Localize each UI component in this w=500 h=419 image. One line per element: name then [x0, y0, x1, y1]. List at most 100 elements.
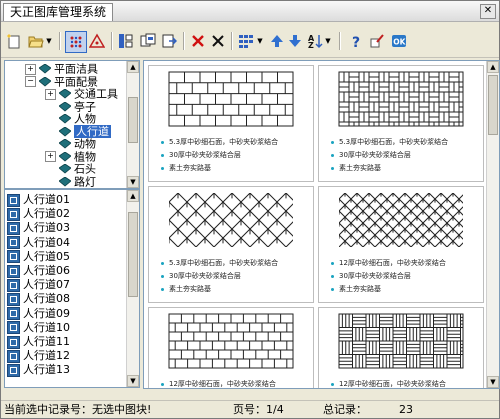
- list-item[interactable]: 人行道12: [7, 349, 70, 363]
- list-item[interactable]: 人行道04: [7, 236, 70, 250]
- new-library-button[interactable]: [4, 31, 24, 51]
- paving-pattern-image: [338, 313, 464, 369]
- help-button[interactable]: ?: [346, 31, 366, 51]
- category-tree: + 平面洁具 − 平面配景 + 交通工具 亭子 人物 人行道 动物 + 植物 石头 路灯 ▲ ▼: [4, 60, 140, 189]
- move-down-button[interactable]: [285, 31, 305, 51]
- block-mode-button[interactable]: [65, 31, 87, 53]
- preview-cell[interactable]: 12厚中砂细石面，中砂夹砂浆结合30厚中砂夹砂浆结合层素土夯实路基: [318, 307, 484, 388]
- preview-cell[interactable]: 12厚中砂细石面，中砂夹砂浆结合30厚中砂夹砂浆结合层素土夯实路基: [148, 307, 314, 388]
- pattern-note: 30厚中砂夹砂浆结合层: [331, 272, 411, 280]
- status-bar: 当前选中记录号：无选中图块! 页号：1/4 总记录： 23: [1, 400, 499, 419]
- list-item[interactable]: 人行道09: [7, 307, 70, 321]
- pattern-note: 5.3厚中砂细石面，中砂夹砂浆结合: [330, 138, 449, 146]
- list-item[interactable]: 人行道10: [7, 321, 70, 335]
- total-records-label: 总记录：: [323, 403, 367, 416]
- close-library-button[interactable]: [208, 31, 228, 51]
- close-icon: ✕: [483, 5, 493, 16]
- scroll-up-button[interactable]: ▲: [127, 61, 139, 73]
- layout-button[interactable]: [236, 31, 256, 51]
- pattern-note: 素土夯实路基: [161, 285, 211, 293]
- replace-button[interactable]: [159, 31, 179, 51]
- tree-item[interactable]: 人物: [45, 112, 96, 126]
- list-item[interactable]: 人行道01: [7, 193, 70, 207]
- scroll-thumb[interactable]: [488, 75, 498, 135]
- preview-scrollbar[interactable]: ▲ ▼: [486, 61, 499, 388]
- preview-area: 5.3厚中砂细石面，中砂夹砂浆结合 30厚中砂夹砂浆结合层 素土夯实路基 5.3厚中砂…: [143, 60, 500, 389]
- ok-label: OK: [393, 38, 406, 47]
- category-icon: [59, 151, 71, 162]
- category-icon: [59, 176, 71, 187]
- arrow-up-icon: [271, 35, 283, 47]
- batch-insert-button[interactable]: [116, 31, 136, 51]
- open-dropdown-button[interactable]: ▼: [44, 31, 54, 51]
- tree-item[interactable]: + 植物: [45, 150, 96, 163]
- list-item-label: 人行道07: [23, 278, 70, 292]
- list-scrollbar[interactable]: ▲ ▼: [126, 190, 139, 387]
- list-item[interactable]: 人行道07: [7, 278, 70, 292]
- layout-dropdown-button[interactable]: ▼: [255, 31, 265, 51]
- tree-item[interactable]: − 平面配景: [25, 75, 98, 88]
- title-bar: 天正图库管理系统 ✕: [1, 1, 499, 22]
- triangle-mode-button[interactable]: [87, 31, 107, 51]
- tree-item[interactable]: 石头: [45, 162, 96, 176]
- list-item[interactable]: 人行道08: [7, 292, 70, 306]
- tree-item[interactable]: + 交通工具: [45, 87, 118, 101]
- preview-cell[interactable]: 12厚中砂细石面，中砂夹砂浆结合30厚中砂夹砂浆结合层素土夯实路基: [318, 186, 484, 303]
- pattern-note: 30厚中砂夹砂浆结合层: [161, 272, 241, 280]
- scroll-thumb[interactable]: [128, 97, 138, 143]
- open-library-button[interactable]: [26, 31, 46, 51]
- tree-item[interactable]: + 平面洁具: [25, 62, 98, 76]
- list-item[interactable]: 人行道06: [7, 264, 70, 278]
- rebuild-button[interactable]: [367, 31, 387, 51]
- scroll-down-button[interactable]: ▼: [127, 375, 139, 387]
- paving-pattern-image: [338, 71, 464, 127]
- svg-text:Z: Z: [308, 41, 314, 49]
- sort-dropdown-button[interactable]: ▼: [323, 31, 333, 51]
- scroll-down-button[interactable]: ▼: [487, 376, 499, 388]
- triangle-icon: [89, 33, 105, 48]
- list-item-label: 人行道13: [23, 363, 70, 377]
- list-item-label: 人行道02: [23, 207, 70, 221]
- category-icon: [59, 114, 71, 124]
- pattern-note: 素土夯实路基: [331, 285, 381, 293]
- scroll-up-button[interactable]: ▲: [127, 190, 139, 202]
- sort-button[interactable]: AZ: [305, 31, 325, 51]
- scroll-up-button[interactable]: ▲: [487, 61, 499, 73]
- close-button[interactable]: ✕: [480, 4, 496, 19]
- block-icon: [7, 221, 20, 235]
- preview-cell[interactable]: 5.3厚中砂细石面，中砂夹砂浆结合 30厚中砂夹砂浆结合层 素土夯实路基: [148, 65, 314, 182]
- tree-scrollbar[interactable]: ▲ ▼: [126, 61, 139, 188]
- ok-button[interactable]: OK: [389, 31, 409, 51]
- tree-item[interactable]: 动物: [45, 137, 96, 151]
- list-item[interactable]: 人行道05: [7, 250, 70, 264]
- category-icon: [59, 101, 71, 112]
- preview-cell[interactable]: 5.3厚中砂细石面，中砂夹砂浆结合 30厚中砂夹砂浆结合层 素土夯实路基: [148, 186, 314, 303]
- delete-button[interactable]: [188, 31, 208, 51]
- scroll-down-button[interactable]: ▼: [127, 176, 139, 188]
- replace-icon: [162, 34, 177, 48]
- export-button[interactable]: [138, 31, 158, 51]
- move-up-button[interactable]: [267, 31, 287, 51]
- list-item[interactable]: 人行道13: [7, 363, 70, 377]
- list-item[interactable]: 人行道11: [7, 335, 70, 349]
- list-item-label: 人行道06: [23, 264, 70, 277]
- expand-toggle-icon[interactable]: −: [25, 76, 36, 87]
- list-item-label: 人行道11: [23, 335, 70, 348]
- expand-toggle-icon[interactable]: +: [45, 88, 56, 100]
- list-item-label: 人行道12: [23, 349, 70, 363]
- tree-item[interactable]: 亭子: [45, 100, 96, 113]
- expand-toggle-icon[interactable]: +: [45, 151, 56, 162]
- scroll-thumb[interactable]: [128, 212, 138, 297]
- ok-icon: OK: [392, 35, 407, 47]
- preview-cell[interactable]: 5.3厚中砂细石面，中砂夹砂浆结合 30厚中砂夹砂浆结合层 素土夯实路基: [318, 65, 484, 182]
- block-list: 人行道01 人行道02 人行道03 人行道04 人行道05 人行道06 人行道07 人行道08…: [4, 189, 140, 388]
- list-item[interactable]: 人行道02: [7, 207, 70, 221]
- category-icon: [59, 126, 71, 137]
- list-item[interactable]: 人行道03: [7, 221, 70, 235]
- paving-pattern-image: [169, 193, 293, 247]
- red-x-icon: [192, 35, 204, 47]
- tree-item[interactable]: 人行道: [45, 125, 111, 138]
- toolbar-separator: [59, 32, 61, 50]
- expand-toggle-icon[interactable]: +: [25, 63, 36, 75]
- tree-item[interactable]: 路灯: [45, 175, 96, 188]
